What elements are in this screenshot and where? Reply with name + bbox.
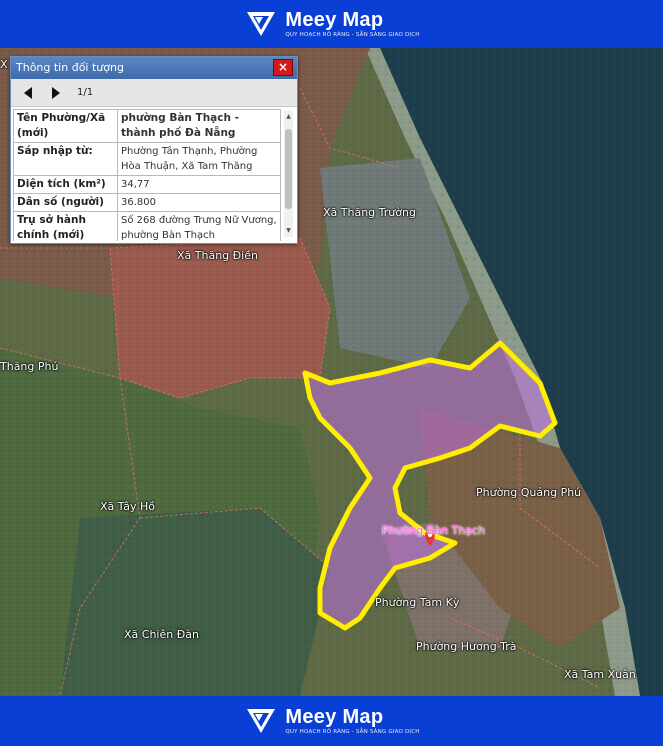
scroll-thumb[interactable] — [285, 129, 292, 209]
row-value: 36.800 — [117, 193, 281, 212]
top-banner: Meey Map QUY HOẠCH RÕ RÀNG - SẴN SÀNG GI… — [0, 0, 663, 48]
popup-pager: 1/1 — [11, 79, 297, 107]
close-button[interactable]: × — [273, 59, 293, 76]
table-row: Sáp nhập từ: Phường Tân Thạnh, Phường Hò… — [13, 142, 281, 176]
label-huong-tra: Phường Hương Trà — [416, 640, 517, 653]
next-icon[interactable] — [49, 86, 63, 100]
label-thang-truong: Xã Thăng Trường — [323, 206, 416, 219]
popup-scrollbar[interactable]: ▲ ▼ — [284, 111, 293, 237]
table-row: Diện tích (km²) 34,77 — [13, 175, 281, 194]
meey-logo-icon — [247, 12, 276, 36]
label-tay-ho: Xã Tây Hồ — [100, 500, 155, 513]
popup-title-bar[interactable]: Thông tin đối tượng × — [11, 57, 297, 79]
scroll-up-icon[interactable]: ▲ — [285, 113, 292, 121]
label-thang-dien: Xã Thăng Điền — [177, 249, 258, 262]
row-value: Phường Tân Thạnh, Phường Hòa Thuận, Xã T… — [117, 142, 281, 176]
prev-icon[interactable] — [21, 86, 35, 100]
brand-tagline: QUY HOẠCH RÕ RÀNG - SẴN SÀNG GIAO DỊCH — [285, 729, 420, 735]
row-key: Dân số (người) — [13, 193, 118, 212]
popup-title: Thông tin đối tượng — [16, 61, 124, 74]
row-key: Diện tích (km²) — [13, 175, 118, 194]
label-quang-phu: Phường Quảng Phú — [476, 486, 582, 499]
table-row: Tên Phường/Xã (mới) phường Bàn Thạch - t… — [13, 109, 281, 143]
label-edge: X — [0, 58, 8, 71]
label-ban-thach: Phường Bàn Thạch — [382, 524, 485, 537]
table-row: Dân số (người) 36.800 — [13, 193, 281, 212]
brand-logo: Meey Map QUY HOẠCH RÕ RÀNG - SẴN SÀNG GI… — [243, 8, 419, 40]
table-row: Trụ sở hành chính (mới) Số 268 đường Trư… — [13, 211, 281, 241]
row-key: Sáp nhập từ: — [13, 142, 118, 176]
row-value: Số 268 đường Trưng Nữ Vương, phường Bàn … — [117, 211, 281, 241]
popup-body[interactable]: Tên Phường/Xã (mới) phường Bàn Thạch - t… — [13, 109, 295, 241]
label-tam-xuan: Xã Tam Xuân — [564, 668, 636, 681]
info-popup[interactable]: Thông tin đối tượng × 1/1 Tên Phường/Xã … — [10, 56, 298, 244]
meey-logo-icon — [247, 709, 276, 733]
brand-name: Meey Map — [285, 9, 384, 31]
row-value: 34,77 — [117, 175, 281, 194]
label-thang-phu: Thăng Phú — [0, 360, 59, 373]
row-key: Tên Phường/Xã (mới) — [13, 109, 118, 143]
row-value: phường Bàn Thạch - thành phố Đà Nẵng — [117, 109, 281, 143]
brand-logo: Meey Map QUY HOẠCH RÕ RÀNG - SẴN SÀNG GI… — [243, 705, 419, 737]
row-key: Trụ sở hành chính (mới) — [13, 211, 118, 241]
brand-tagline: QUY HOẠCH RÕ RÀNG - SẴN SÀNG GIAO DỊCH — [285, 32, 420, 38]
info-table: Tên Phường/Xã (mới) phường Bàn Thạch - t… — [13, 109, 281, 241]
brand-name: Meey Map — [285, 706, 384, 728]
pager-count: 1/1 — [77, 87, 94, 98]
label-chien-dan: Xã Chiên Đàn — [124, 628, 199, 641]
bottom-banner: Meey Map QUY HOẠCH RÕ RÀNG - SẴN SÀNG GI… — [0, 696, 663, 746]
label-tam-ky: Phường Tam Kỳ — [375, 596, 460, 609]
scroll-down-icon[interactable]: ▼ — [285, 227, 292, 235]
